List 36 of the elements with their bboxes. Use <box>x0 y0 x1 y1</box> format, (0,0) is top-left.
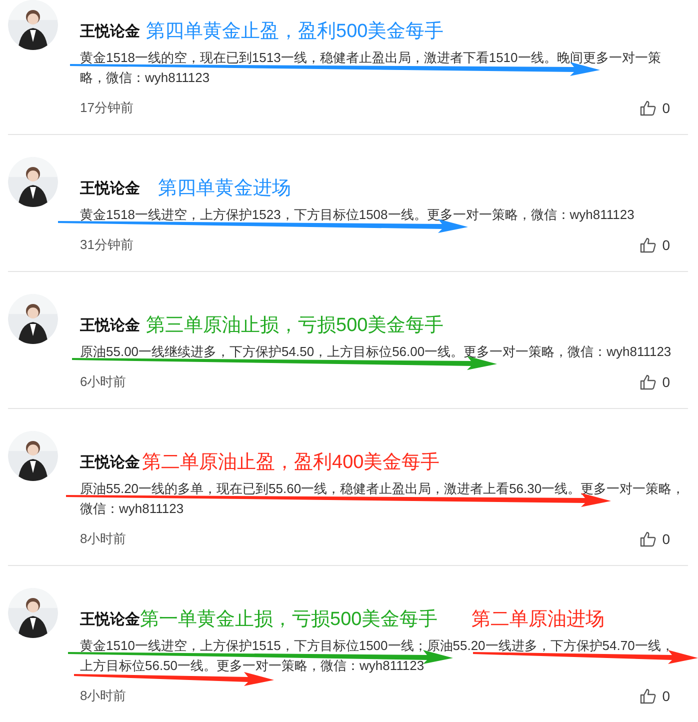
author-name[interactable]: 王悦论金 <box>80 22 140 41</box>
avatar <box>8 431 58 481</box>
post-text: 黄金1518一线进空，上方保护1523，下方目标位1508一线。更多一对一策略，微信：wyh811123 <box>80 206 636 224</box>
author-name[interactable]: 王悦论金 <box>80 316 140 335</box>
avatar <box>8 157 58 207</box>
timestamp: 6小时前 <box>80 373 126 391</box>
post-text: 黄金1518一线的空，现在已到1513一线，稳健者止盈出局，激进者下看1510一线。晚间更多一对一策略，微信：wyh811123 <box>80 49 662 87</box>
annotation-text: 第四单黄金止盈，盈利500美金每手 <box>146 20 444 44</box>
post-text: 原油55.20一线的多单，现在已到55.60一线，稳健者止盈出局，激进者上看56.30一线。更多一对一策略，微信：wyh811123 <box>80 480 686 518</box>
thumbs-up-icon[interactable] <box>640 100 656 116</box>
avatar <box>8 0 58 50</box>
author-name[interactable]: 王悦论金 <box>80 453 140 472</box>
author-name[interactable]: 王悦论金 <box>80 179 140 198</box>
like-count: 0 <box>662 531 670 547</box>
thumbs-up-icon[interactable] <box>640 237 656 253</box>
like-count: 0 <box>662 237 670 253</box>
timestamp: 31分钟前 <box>80 236 134 254</box>
post-text: 原油55.00一线继续进多，下方保护54.50，上方目标位56.00一线。更多一对一策略，微信：wyh811123 <box>80 343 672 361</box>
timestamp: 8小时前 <box>80 687 126 705</box>
annotation-text: 第四单黄金进场 <box>158 177 291 201</box>
like-count: 0 <box>662 374 670 390</box>
thumbs-up-icon[interactable] <box>640 531 656 547</box>
annotation-text: 第二单原油止盈，盈利400美金每手 <box>142 450 440 475</box>
annotation-text: 第三单原油止损，亏损500美金每手 <box>146 314 444 338</box>
like-count: 0 <box>662 100 670 116</box>
author-name[interactable]: 王悦论金 <box>80 610 140 629</box>
avatar <box>8 588 58 638</box>
thumbs-up-icon[interactable] <box>640 688 656 704</box>
post-text: 黄金1510一线进空，上方保护1515，下方目标位1500一线；原油55.20一线进多，下方保护54.70一线，上方目标位56.50一线。更多一对一策略，微信：wyh811123 <box>80 637 675 675</box>
thumbs-up-icon[interactable] <box>640 374 656 390</box>
timestamp: 8小时前 <box>80 530 126 548</box>
annotation-text: 第一单黄金止损，亏损500美金每手 <box>140 608 438 632</box>
timestamp: 17分钟前 <box>80 99 134 117</box>
avatar <box>8 294 58 344</box>
annotation-text: 第二单原油进场 <box>472 608 605 632</box>
like-count: 0 <box>662 688 670 704</box>
